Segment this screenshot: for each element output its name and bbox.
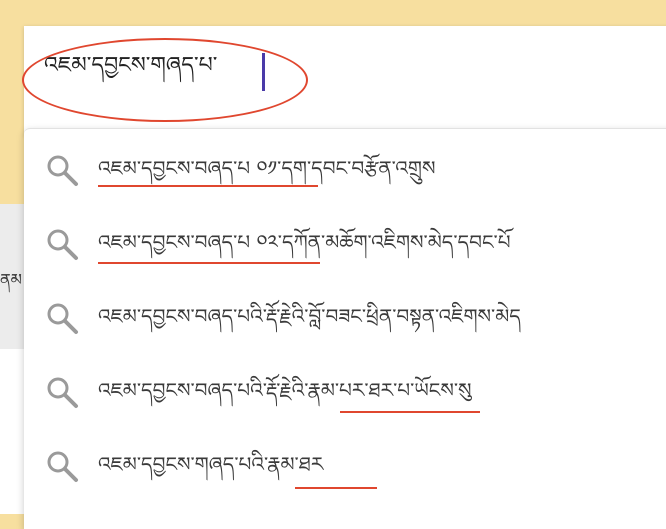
suggestion-label: འཇམ་དབྱངས་བཞད་པ ༠༢་དཀོན་མཆོག་འཇིགས་མེད་ད… [98, 230, 511, 254]
annotation-underline [295, 487, 377, 489]
search-icon [47, 229, 78, 260]
suggestion-label: འཇམ་དབྱངས་གཞད་པའི་རྣམ་ཐར [98, 452, 324, 476]
suggestion-label: འཇམ་དབྱངས་བཞད་པ ༠༡་དག་དབང་བརྩོན་འགྲུས [98, 156, 436, 180]
suggestion-label: འཇམ་དབྱངས་བཞད་པའི་རྡོ་རྗེའི་བློ་བཟང་ཕྲིན… [98, 304, 521, 328]
suggestion-item[interactable]: འཇམ་དབྱངས་བཞད་པའི་རྡོ་རྗེའི་རྣམ་པར་ཐར་པ་… [24, 359, 666, 419]
suggestions-dropdown: འཇམ་དབྱངས་བཞད་པ ༠༡་དག་དབང་བརྩོན་འགྲུས འཇ… [24, 128, 666, 529]
background-partial-text: ནམ [0, 270, 22, 289]
suggestion-item[interactable]: འཇམ་དབྱངས་གཞད་པའི་རྣམ་ཐར [24, 433, 666, 493]
suggestion-item[interactable]: འཇམ་དབྱངས་བཞད་པ ༠༡་དག་དབང་བརྩོན་འགྲུས [24, 137, 666, 197]
suggestion-label: འཇམ་དབྱངས་བཞད་པའི་རྡོ་རྗེའི་རྣམ་པར་ཐར་པ་… [98, 378, 472, 402]
annotation-underline [98, 185, 318, 187]
annotation-underline [98, 262, 320, 264]
query-highlight-ellipse [22, 38, 308, 122]
suggestion-item[interactable]: འཇམ་དབྱངས་བཞད་པའི་རྡོ་རྗེའི་བློ་བཟང་ཕྲིན… [24, 285, 666, 345]
search-icon [47, 303, 78, 334]
search-icon [47, 451, 78, 482]
search-icon [47, 155, 78, 186]
search-icon [47, 377, 78, 408]
annotation-underline [340, 411, 480, 413]
